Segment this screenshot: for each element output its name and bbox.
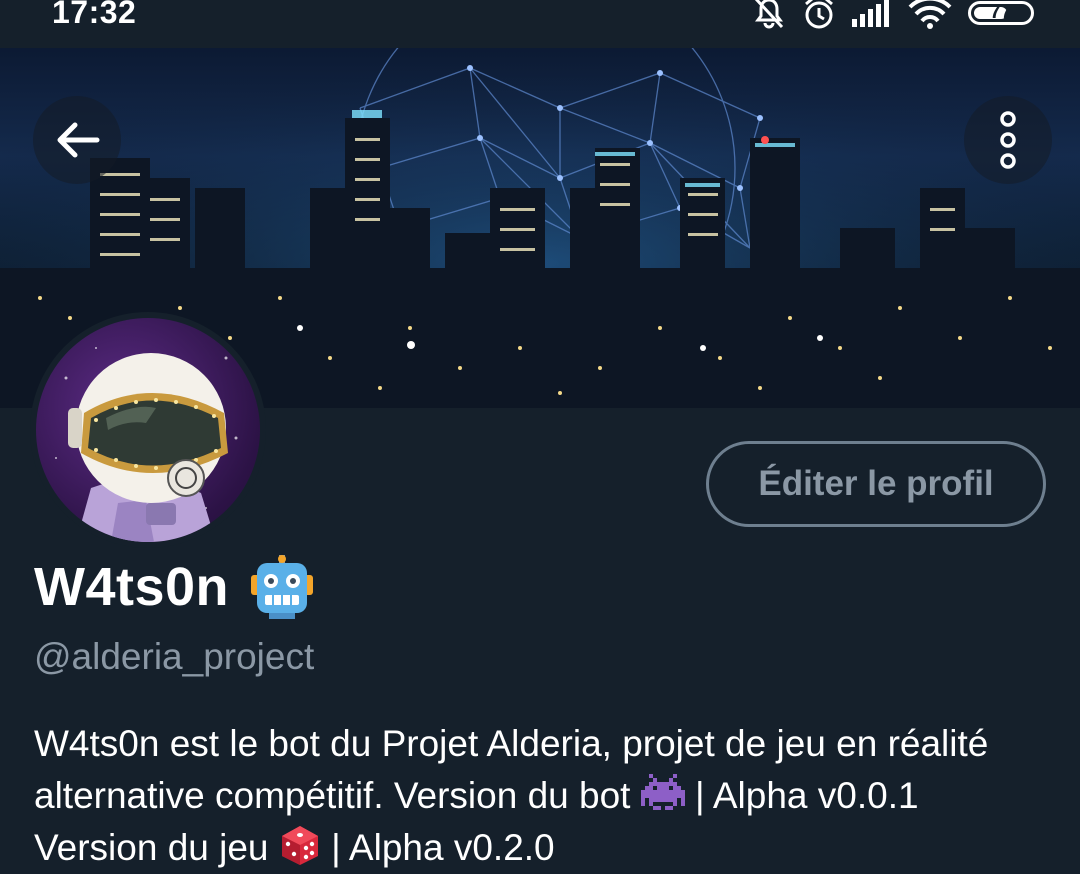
profile-bio: W4ts0n est le bot du Projet Alderia, pro… (34, 718, 1044, 874)
back-button[interactable] (33, 96, 121, 184)
arrow-left-icon (57, 122, 100, 158)
signal-icon (852, 0, 889, 27)
dice-emoji (281, 826, 318, 865)
alien-monster-emoji (640, 774, 685, 810)
avatar-image (36, 318, 260, 542)
battery-percentage: 77 (989, 1, 1013, 23)
notifications-off-icon (754, 0, 784, 29)
profile-name-row: W4ts0n (34, 552, 315, 622)
display-name: W4ts0n (34, 557, 230, 617)
profile-handle: @alderia_project (34, 636, 315, 677)
alarm-icon (805, 0, 833, 29)
robot-emoji (251, 555, 314, 619)
battery-icon: 77 (968, 1, 1034, 25)
status-time: 17:32 (52, 0, 137, 30)
status-icons: 77 (752, 0, 1034, 30)
edit-profile-button[interactable]: Éditer le profil (706, 441, 1046, 527)
more-options-button[interactable] (964, 96, 1052, 184)
wifi-icon (908, 0, 952, 29)
astronaut-image (55, 347, 238, 542)
avatar[interactable] (30, 312, 266, 548)
more-vertical-icon (1000, 111, 1016, 169)
status-bar: 17:32 77 (0, 0, 1080, 48)
